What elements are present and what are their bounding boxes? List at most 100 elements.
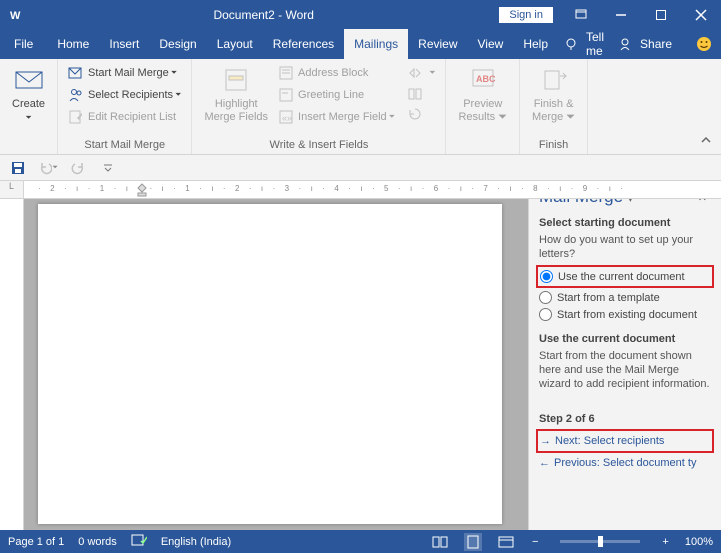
envelope-icon — [13, 64, 45, 96]
tab-references[interactable]: References — [263, 29, 344, 59]
spellcheck-icon[interactable] — [131, 533, 147, 550]
tab-view[interactable]: View — [468, 29, 514, 59]
use-current-doc-body: Start from the document shown here and u… — [539, 349, 711, 391]
update-labels-icon — [407, 106, 423, 122]
insert-merge-field-button[interactable]: «» Insert Merge Field ⏷ — [274, 106, 399, 128]
radio-use-current-document[interactable]: Use the current document — [540, 268, 710, 285]
select-recipients-button[interactable]: Select Recipients ⏷ — [64, 84, 185, 106]
svg-text:ABC: ABC — [476, 74, 496, 84]
smiley-icon[interactable] — [682, 29, 721, 59]
zoom-level[interactable]: 100% — [685, 536, 713, 548]
ribbon-group-preview: ABC PreviewResults ⏷ — [446, 59, 520, 154]
qat-customize-icon[interactable] — [98, 158, 118, 178]
create-envelopes-button[interactable]: Create⏷ — [6, 62, 51, 139]
undo-icon[interactable]: ⏷ — [38, 158, 58, 178]
tab-design[interactable]: Design — [149, 29, 206, 59]
tab-review[interactable]: Review — [408, 29, 467, 59]
finish-icon — [538, 64, 570, 96]
finish-l1: Finish & — [534, 98, 574, 110]
tab-layout[interactable]: Layout — [207, 29, 263, 59]
sign-in-button[interactable]: Sign in — [499, 7, 553, 23]
collapse-ribbon-icon[interactable] — [699, 133, 713, 150]
greeting-line-button[interactable]: Greeting Line — [274, 84, 399, 106]
group-label-preview — [452, 139, 513, 154]
edit-recipient-label: Edit Recipient List — [88, 108, 176, 126]
arrow-left-icon: ← — [539, 457, 550, 469]
preview-l2: Results — [458, 111, 495, 123]
next-step-link[interactable]: → Next: Select recipients — [540, 432, 710, 450]
page[interactable] — [38, 204, 502, 524]
close-icon[interactable] — [681, 0, 721, 29]
match-fields-button[interactable] — [403, 84, 439, 104]
save-icon[interactable] — [8, 158, 28, 178]
zoom-thumb[interactable] — [598, 536, 603, 547]
document-title: Document2 - Word — [28, 8, 499, 22]
radio-start-from-template[interactable]: Start from a template — [539, 289, 711, 306]
horizontal-ruler[interactable]: · 2 · ı · 1 · ı · · ı · 1 · ı · 2 · ı · … — [24, 181, 721, 199]
radio-start-from-existing[interactable]: Start from existing document — [539, 306, 711, 323]
start-mail-merge-button[interactable]: Start Mail Merge ⏷ — [64, 62, 185, 84]
zoom-out-button[interactable]: − — [530, 536, 540, 548]
address-block-label: Address Block — [298, 64, 368, 82]
radio-label: Use the current document — [558, 271, 685, 283]
indent-marker-icon[interactable] — [137, 183, 147, 199]
share-icon — [612, 29, 638, 59]
use-current-doc-heading: Use the current document — [539, 333, 711, 345]
ruler-marks: · 2 · ı · 1 · ı · · ı · 1 · ı · 2 · ı · … — [38, 184, 627, 193]
read-mode-icon[interactable] — [430, 535, 450, 549]
preview-icon: ABC — [467, 64, 499, 96]
radio-input[interactable] — [539, 308, 552, 321]
preview-results-button[interactable]: ABC PreviewResults ⏷ — [452, 62, 513, 139]
quick-access-toolbar: ⏷ — [0, 155, 721, 181]
ribbon-group-finish: Finish &Merge ⏷ Finish — [520, 59, 588, 154]
edit-recipient-list-button[interactable]: Edit Recipient List — [64, 106, 185, 128]
rules-button[interactable]: ⏷ — [403, 62, 439, 84]
radio-label: Start from a template — [557, 292, 660, 304]
ribbon-tabs: File Home Insert Design Layout Reference… — [0, 29, 721, 59]
word-count[interactable]: 0 words — [78, 536, 117, 548]
finish-l2: Merge — [532, 111, 563, 123]
ribbon-display-options-icon[interactable] — [561, 0, 601, 29]
select-starting-doc-heading: Select starting document — [539, 217, 711, 229]
group-label-create — [6, 139, 51, 154]
language-indicator[interactable]: English (India) — [161, 536, 231, 548]
chevron-down-icon: ⏷ — [389, 108, 395, 126]
maximize-icon[interactable] — [641, 0, 681, 29]
highlight-merge-fields-button[interactable]: HighlightMerge Fields — [198, 62, 274, 139]
next-step-label: Next: Select recipients — [555, 435, 664, 447]
start-mail-merge-label: Start Mail Merge — [88, 64, 169, 82]
share-button[interactable]: Share — [638, 29, 682, 59]
tell-me[interactable]: Tell me — [584, 29, 612, 59]
highlight-icon — [220, 64, 252, 96]
finish-merge-button[interactable]: Finish &Merge ⏷ — [526, 62, 581, 139]
ribbon-group-write-insert: HighlightMerge Fields Address Block Gree… — [192, 59, 446, 154]
tab-help[interactable]: Help — [513, 29, 558, 59]
minimize-icon[interactable] — [601, 0, 641, 29]
rules-icon — [407, 65, 423, 81]
status-bar: Page 1 of 1 0 words English (India) − + … — [0, 530, 721, 553]
chevron-down-icon: ⏷ — [429, 64, 435, 82]
ruler-corner[interactable]: L — [0, 181, 24, 199]
file-tab[interactable]: File — [0, 29, 47, 59]
tab-insert[interactable]: Insert — [99, 29, 149, 59]
radio-input[interactable] — [539, 291, 552, 304]
web-layout-icon[interactable] — [496, 535, 516, 549]
starting-doc-question: How do you want to set up your letters? — [539, 233, 711, 261]
group-label-start-mail-merge: Start Mail Merge — [64, 139, 185, 154]
address-block-button[interactable]: Address Block — [274, 62, 399, 84]
update-labels-button[interactable] — [403, 104, 439, 124]
print-layout-icon[interactable] — [464, 533, 482, 551]
merge-field-icon: «» — [278, 109, 294, 125]
svg-text:W: W — [10, 10, 21, 22]
previous-step-link[interactable]: ← Previous: Select document ty — [539, 454, 711, 472]
zoom-slider[interactable] — [560, 540, 640, 543]
radio-input[interactable] — [540, 270, 553, 283]
workspace: L · 2 · ı · 1 · ı · · ı · 1 · ı · 2 · ı … — [0, 181, 721, 530]
redo-icon[interactable] — [68, 158, 88, 178]
group-label-finish: Finish — [526, 139, 581, 154]
zoom-in-button[interactable]: + — [660, 536, 670, 548]
tab-home[interactable]: Home — [47, 29, 99, 59]
vertical-ruler[interactable] — [0, 199, 24, 530]
page-indicator[interactable]: Page 1 of 1 — [8, 536, 64, 548]
tab-mailings[interactable]: Mailings — [344, 29, 408, 59]
